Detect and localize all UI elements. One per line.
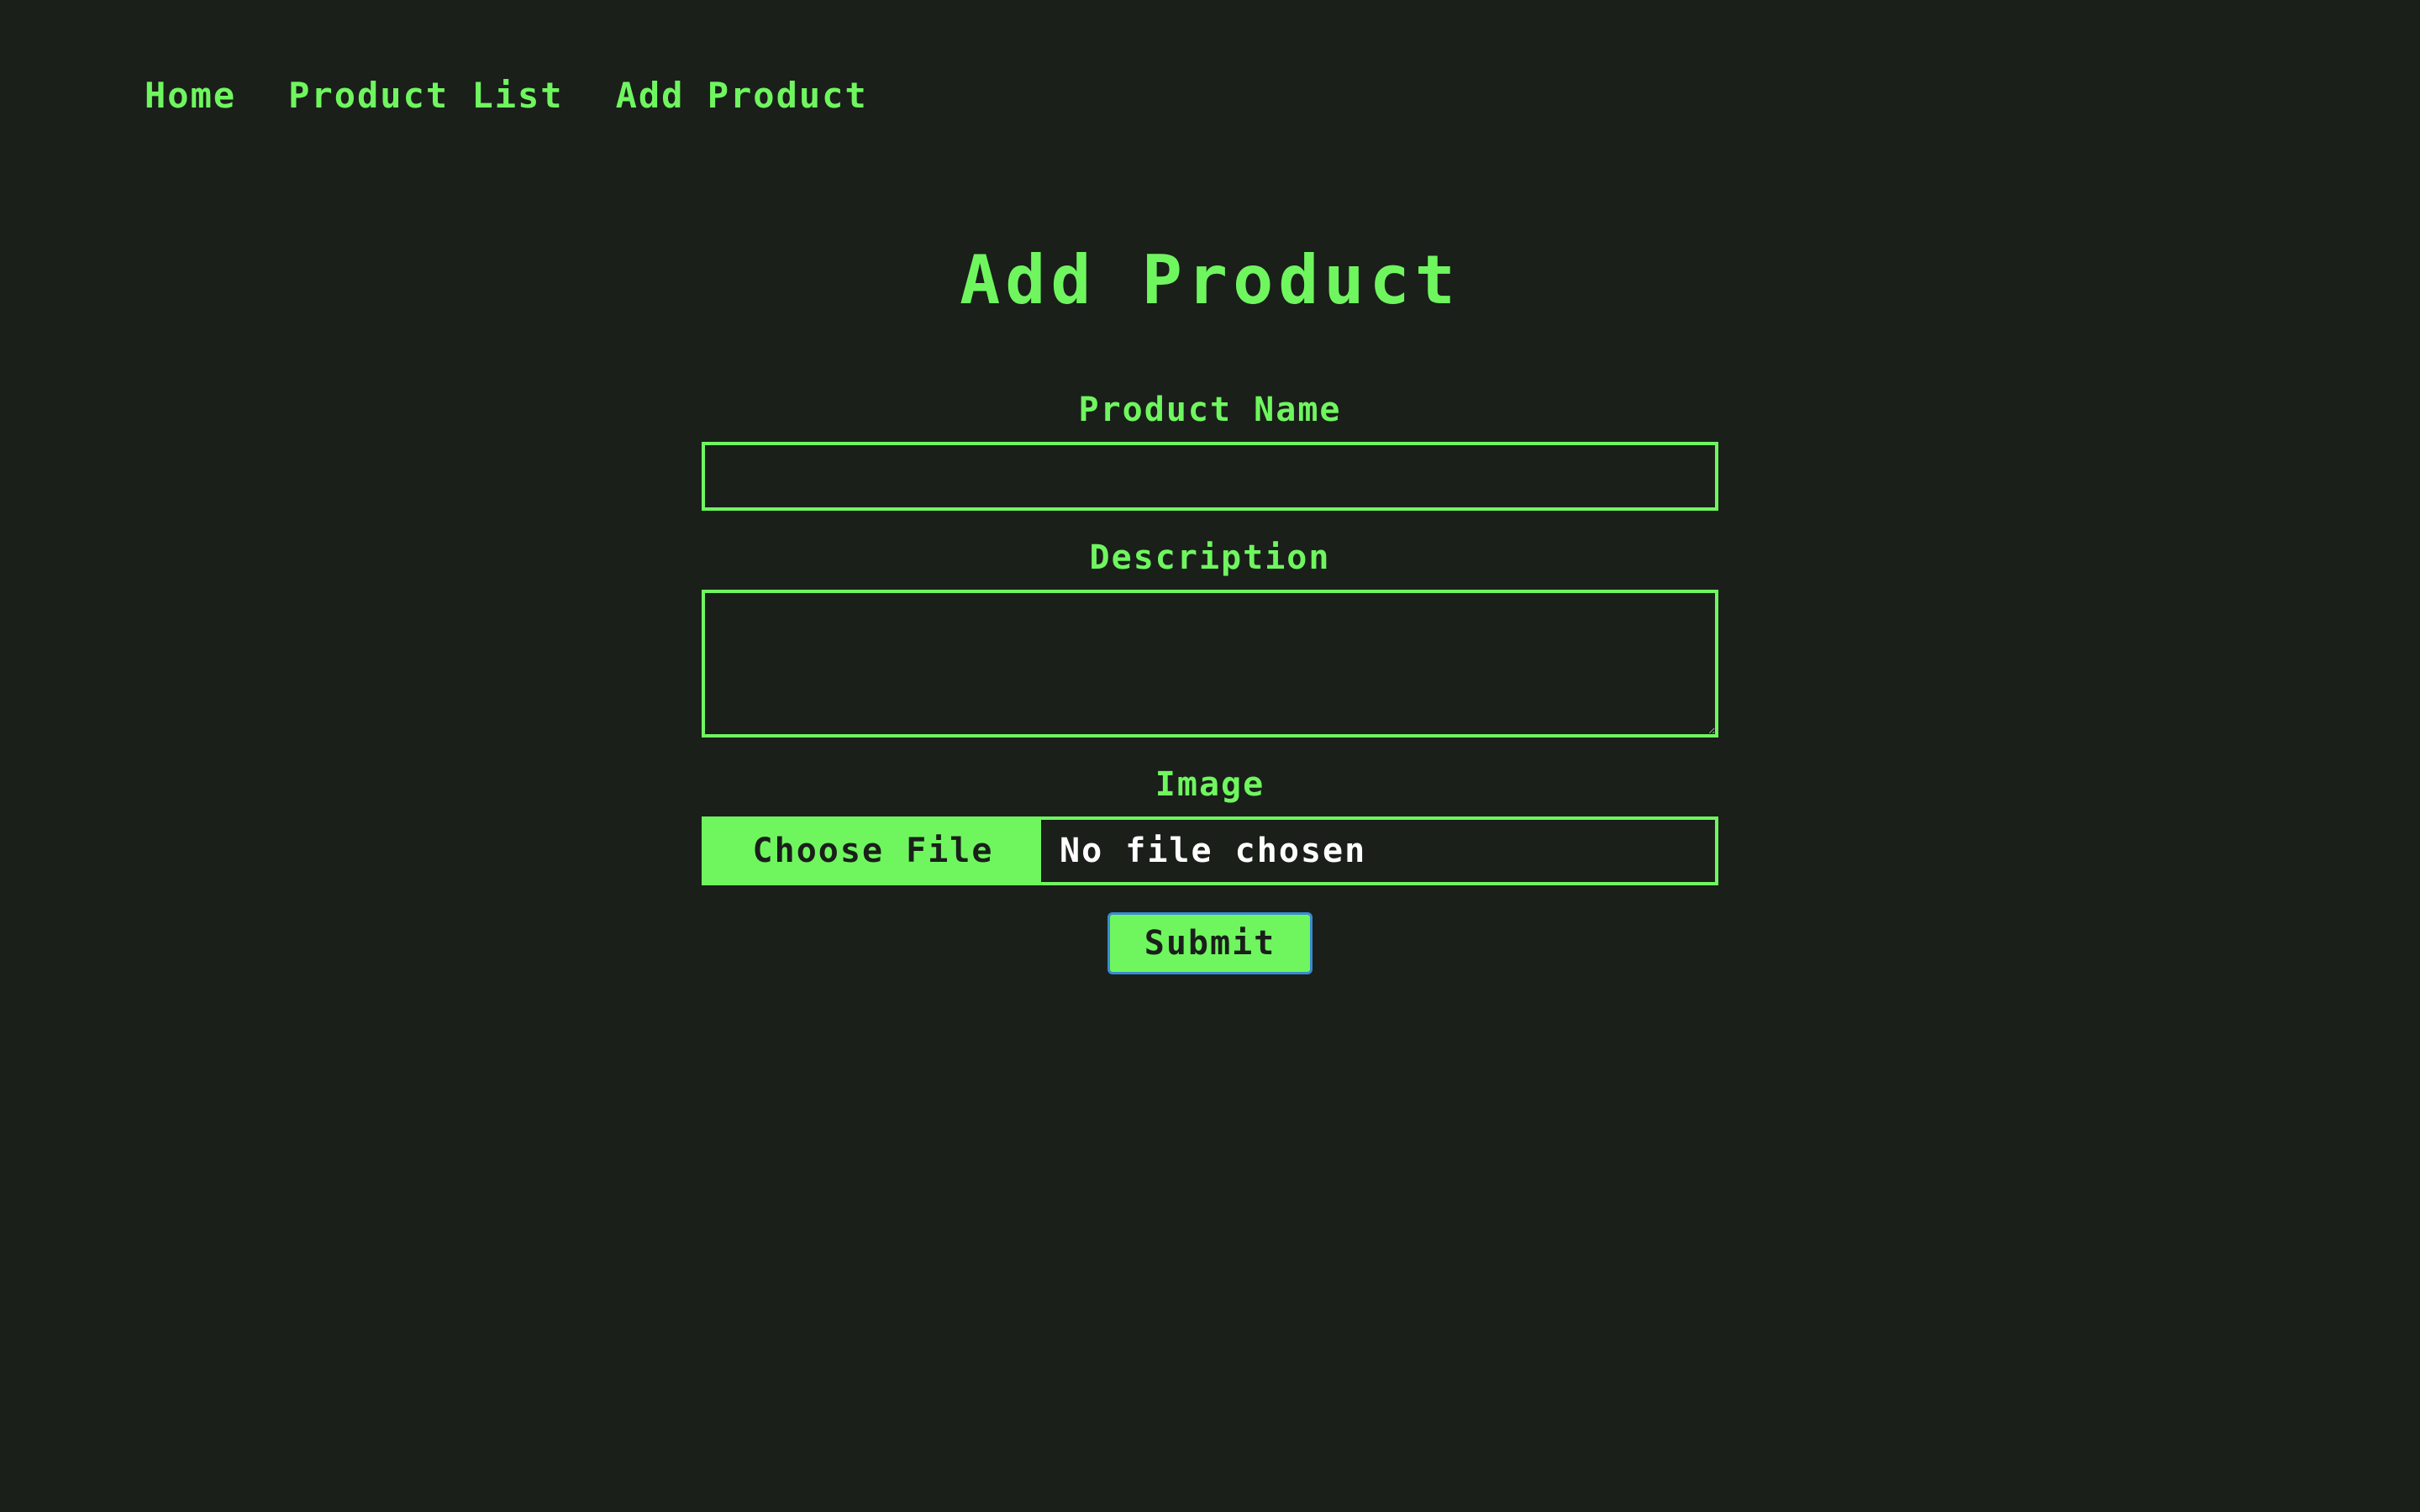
image-label: Image	[1155, 765, 1265, 804]
choose-file-button[interactable]: Choose File	[705, 820, 1041, 882]
file-status-text: No file chosen	[1060, 832, 1367, 870]
image-file-input[interactable]: Choose File No file chosen	[702, 816, 1718, 885]
add-product-form: Product Name Description Image Choose Fi…	[702, 386, 1718, 974]
nav-link-home[interactable]: Home	[145, 75, 236, 116]
product-name-input[interactable]	[702, 442, 1718, 511]
top-nav: Home Product List Add Product	[145, 74, 920, 116]
submit-button[interactable]: Submit	[1107, 912, 1313, 974]
product-name-label: Product Name	[1078, 391, 1342, 429]
description-textarea[interactable]	[702, 590, 1718, 738]
submit-row: Submit	[702, 912, 1718, 974]
nav-link-product-list[interactable]: Product List	[288, 75, 563, 116]
nav-link-add-product[interactable]: Add Product	[616, 75, 868, 116]
description-label: Description	[1089, 538, 1331, 577]
page-title: Add Product	[960, 241, 1460, 319]
